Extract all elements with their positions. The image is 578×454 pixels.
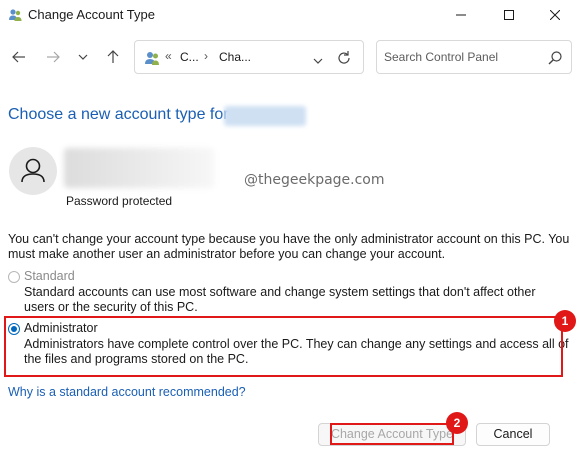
annotation-badge-2: 2 — [446, 412, 468, 434]
annotation-highlight-administrator — [4, 316, 563, 377]
address-segment[interactable]: C... — [180, 50, 199, 64]
search-input[interactable]: Search Control Panel — [376, 40, 572, 74]
blurred-account-name — [224, 106, 306, 126]
control-panel-icon — [144, 50, 160, 66]
navigation-bar: « C... › Cha... Search Control Panel — [0, 38, 578, 78]
standard-description: Standard accounts can use most software … — [24, 285, 536, 314]
standard-account-help-link[interactable]: Why is a standard account recommended? — [8, 385, 246, 399]
close-button[interactable] — [532, 0, 578, 30]
annotation-highlight-change-button — [330, 423, 454, 445]
title-bar: Change Account Type — [0, 0, 578, 30]
users-icon — [8, 8, 22, 22]
forward-button[interactable] — [42, 46, 64, 68]
annotation-badge-1: 1 — [554, 310, 576, 332]
chevron-down-icon — [78, 54, 88, 60]
back-button[interactable] — [8, 46, 30, 68]
up-button[interactable] — [102, 46, 124, 68]
address-separator[interactable]: › — [204, 49, 208, 63]
page-title: Choose a new account type for — [8, 106, 229, 123]
recent-locations-button[interactable] — [72, 46, 94, 68]
arrow-right-icon — [47, 51, 60, 63]
window-title: Change Account Type — [28, 7, 155, 22]
password-status: Password protected — [66, 194, 173, 208]
search-placeholder: Search Control Panel — [384, 50, 499, 64]
person-icon — [21, 158, 45, 183]
arrow-up-icon — [107, 50, 119, 63]
chevron-down-icon[interactable] — [313, 52, 323, 70]
cancel-button[interactable]: Cancel — [476, 423, 550, 446]
blurred-user-name — [64, 148, 214, 188]
standard-label[interactable]: Standard — [24, 269, 75, 283]
refresh-icon[interactable] — [335, 49, 353, 67]
watermark: @thegeekpage.com — [244, 172, 385, 188]
search-icon[interactable] — [547, 50, 563, 66]
avatar — [9, 147, 57, 195]
arrow-left-icon — [12, 51, 25, 63]
address-bar[interactable]: « C... › Cha... — [134, 40, 364, 74]
info-message: You can't change your account type becau… — [8, 232, 570, 261]
standard-radio[interactable] — [8, 271, 20, 283]
minimize-button[interactable] — [438, 0, 484, 30]
address-segment[interactable]: Cha... — [219, 50, 251, 64]
address-overflow-chevron[interactable]: « — [165, 49, 172, 63]
maximize-button[interactable] — [486, 0, 532, 30]
